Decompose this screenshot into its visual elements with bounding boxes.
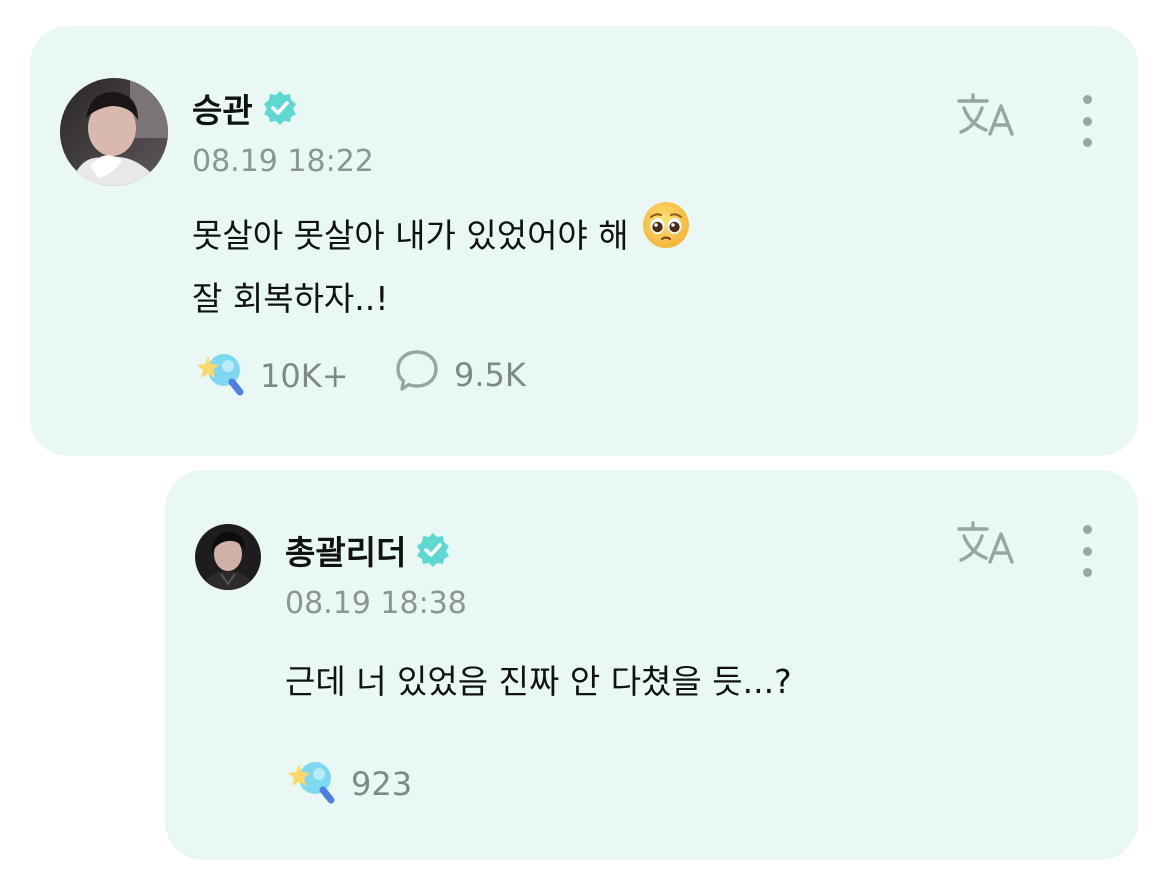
like-button[interactable]: 923 (285, 756, 412, 812)
reply-timestamp: 08.19 18:38 (285, 586, 467, 621)
author-name-text: 승관 (192, 91, 253, 130)
author-name-text: 총괄리더 (285, 533, 407, 572)
verified-badge-icon (261, 89, 299, 127)
reply-card[interactable]: 총괄리더 08.19 18:38 근데 너 있었음 진짜 안 다쳤을 듯...? (165, 470, 1138, 860)
like-count: 10K+ (260, 357, 349, 395)
more-options-button[interactable] (1077, 525, 1097, 577)
pleading-face-icon (641, 200, 691, 269)
more-vertical-icon (1082, 95, 1092, 104)
translate-icon (956, 521, 1018, 570)
avatar[interactable] (60, 78, 168, 186)
lightstick-icon (194, 348, 246, 404)
like-count: 923 (351, 765, 413, 803)
comment-count: 9.5K (454, 356, 526, 394)
post-timestamp: 08.19 18:22 (192, 144, 374, 179)
post-body: 못살아 못살아 내가 있었어야 해 잘 회복하자..! (192, 202, 691, 329)
translate-button[interactable] (956, 520, 1018, 570)
more-vertical-icon (1082, 525, 1092, 534)
translate-button[interactable] (956, 92, 1018, 142)
author-name[interactable]: 총괄리더 (285, 526, 452, 574)
comment-button[interactable]: 9.5K (394, 348, 526, 402)
reply-body: 근데 너 있었음 진짜 안 다쳤을 듯...? (285, 662, 792, 701)
lightstick-icon (285, 756, 337, 812)
translate-icon (956, 93, 1018, 142)
more-options-button[interactable] (1077, 95, 1097, 147)
avatar[interactable] (195, 524, 261, 590)
post-line-2: 잘 회복하자..! (192, 279, 389, 318)
like-button[interactable]: 10K+ (194, 348, 349, 404)
comment-bubble-icon (394, 348, 440, 402)
verified-badge-icon (414, 531, 452, 569)
post-card[interactable]: 승관 08.19 18:22 못살아 못살아 내가 있었어야 해 잘 회복하자.… (30, 26, 1138, 456)
post-line-1: 못살아 못살아 내가 있었어야 해 (192, 202, 691, 269)
author-name[interactable]: 승관 (192, 84, 299, 132)
